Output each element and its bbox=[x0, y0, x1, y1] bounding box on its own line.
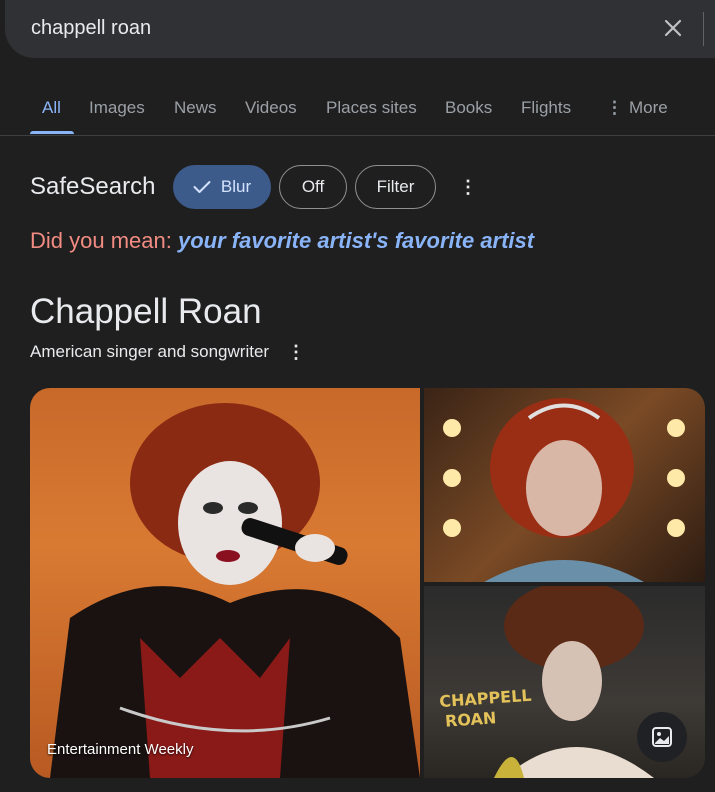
main-photo[interactable]: Entertainment Weekly bbox=[30, 388, 420, 778]
view-images-button[interactable] bbox=[637, 712, 687, 762]
safesearch-label: SafeSearch bbox=[30, 173, 156, 200]
search-query[interactable]: chappell roan bbox=[31, 17, 151, 40]
blur-label: Blur bbox=[220, 177, 252, 196]
performer-illustration bbox=[50, 403, 420, 778]
spelling-suggestion: Did you mean: your favorite artist's fav… bbox=[30, 228, 534, 254]
vertical-dots-icon: ⋮ bbox=[606, 98, 623, 117]
search-bar[interactable]: chappell roan bbox=[5, 0, 715, 58]
did-you-mean-prefix: Did you mean: bbox=[30, 228, 172, 253]
search-tabs: All Images News Videos Places sites Book… bbox=[0, 72, 715, 136]
safesearch-blur-button[interactable]: Blur bbox=[173, 165, 271, 209]
off-label: Off bbox=[301, 177, 325, 196]
entity-subtitle: American singer and songwriter bbox=[30, 342, 270, 361]
close-icon[interactable] bbox=[659, 14, 687, 42]
secondary-photo-top[interactable] bbox=[424, 388, 705, 582]
image-icon bbox=[652, 727, 672, 747]
entity-title: Chappell Roan bbox=[30, 292, 262, 331]
tab-videos[interactable]: Videos bbox=[245, 98, 297, 118]
vertical-dots-icon[interactable]: ⋮ bbox=[458, 175, 478, 199]
album-title-text: CHAPPELL ROAN bbox=[438, 685, 533, 731]
vertical-dots-icon[interactable]: ⋮ bbox=[286, 340, 306, 364]
tab-all[interactable]: All bbox=[42, 98, 61, 118]
tab-news[interactable]: News bbox=[174, 98, 217, 118]
tab-books[interactable]: Books bbox=[445, 98, 492, 118]
safesearch-off-button[interactable]: Off bbox=[279, 165, 347, 209]
search-divider bbox=[703, 12, 704, 46]
tab-more-label: More bbox=[629, 98, 668, 117]
active-tab-indicator bbox=[30, 131, 74, 134]
tab-more[interactable]: ⋮ More bbox=[606, 98, 668, 118]
check-icon bbox=[193, 181, 211, 193]
tab-images[interactable]: Images bbox=[89, 98, 145, 118]
filter-label: Filter bbox=[376, 177, 415, 196]
photo-source-label: Entertainment Weekly bbox=[47, 741, 194, 758]
tab-places-sites[interactable]: Places sites bbox=[326, 98, 417, 118]
suggestion-link[interactable]: your favorite artist's favorite artist bbox=[178, 228, 534, 253]
safesearch-filter-button[interactable]: Filter bbox=[355, 165, 436, 209]
tab-flights[interactable]: Flights bbox=[521, 98, 571, 118]
image-gallery: Entertainment Weekly CHAPPELL ROAN bbox=[30, 388, 705, 778]
portrait-illustration bbox=[443, 398, 685, 582]
